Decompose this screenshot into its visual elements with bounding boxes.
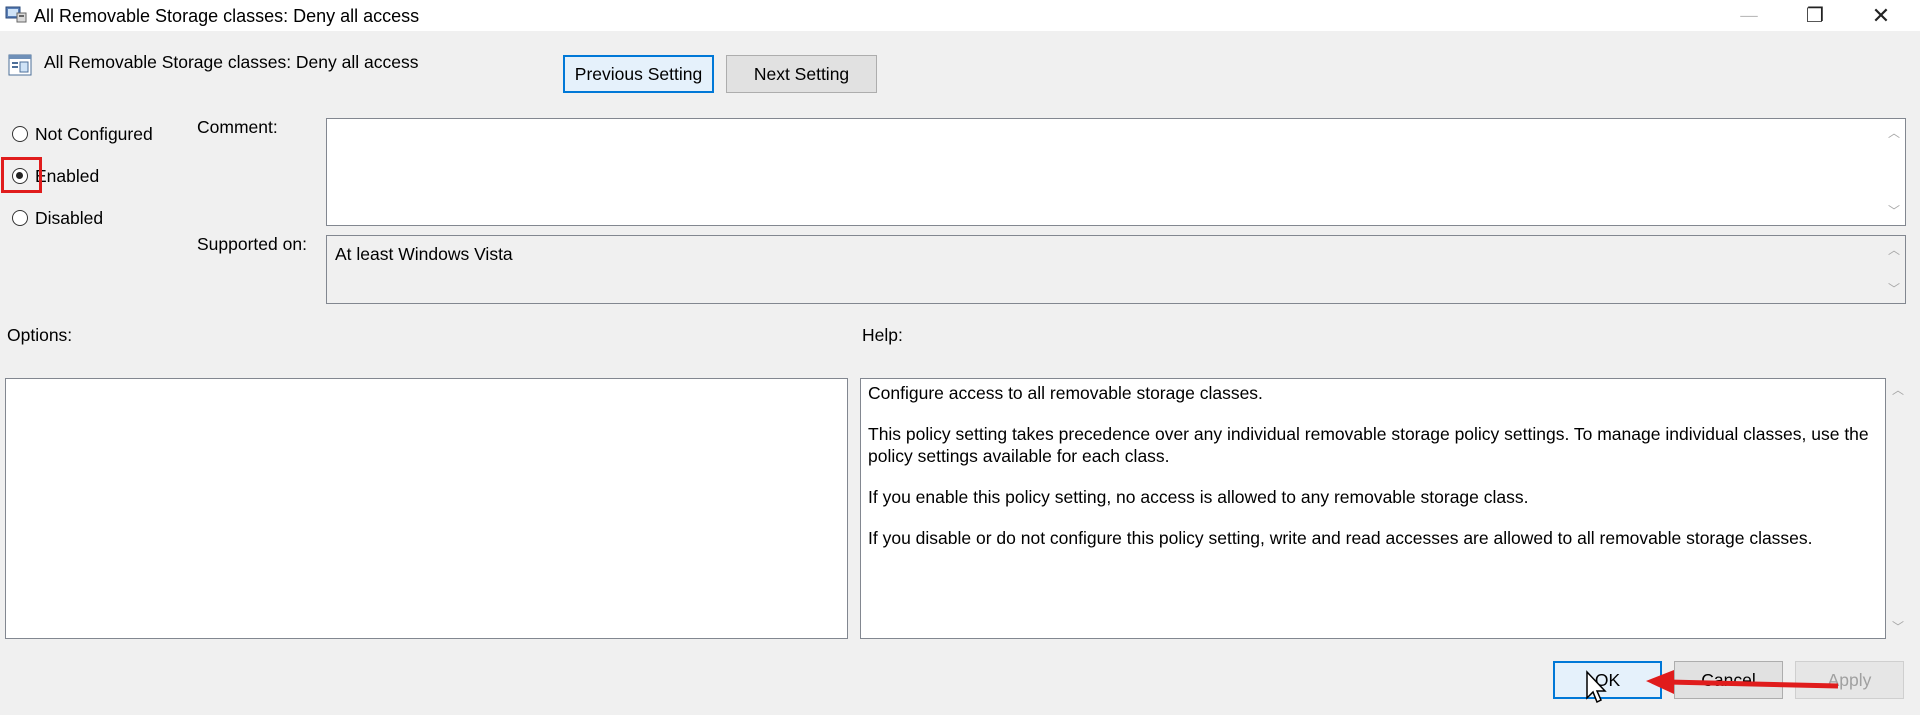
apply-button[interactable]: Apply [1795, 661, 1904, 699]
supported-on-field: At least Windows Vista ︿ ﹀ [326, 235, 1906, 304]
radio-disabled-label: Disabled [35, 207, 104, 228]
help-panel: Configure access to all removable storag… [860, 378, 1886, 639]
radio-enabled-label: Enabled [35, 165, 100, 186]
scroll-up-icon[interactable]: ︿ [1887, 127, 1901, 139]
policy-name: All Removable Storage classes: Deny all … [44, 52, 419, 72]
options-panel [5, 378, 848, 639]
supported-on-label: Supported on: [197, 234, 307, 254]
options-label: Options: [7, 325, 73, 345]
policy-editor-icon [5, 6, 27, 23]
radio-not-configured[interactable]: Not Configured [12, 122, 153, 146]
minimize-icon: — [1740, 5, 1758, 25]
supported-on-value: At least Windows Vista [335, 244, 513, 264]
comment-label: Comment: [197, 117, 278, 137]
help-label: Help: [862, 325, 903, 345]
policy-setting-icon [8, 54, 32, 76]
close-icon: ✕ [1871, 2, 1891, 28]
scroll-down-icon[interactable]: ﹀ [1887, 283, 1901, 295]
radio-not-configured-label: Not Configured [35, 123, 153, 144]
radio-disabled-circle[interactable] [12, 210, 28, 226]
cancel-button[interactable]: Cancel [1674, 661, 1783, 699]
maximize-button[interactable]: ❐ [1786, 0, 1844, 31]
annotation-highlight-box [1, 157, 42, 193]
radio-disabled[interactable]: Disabled [12, 206, 103, 230]
scroll-down-icon[interactable]: ﹀ [1891, 621, 1905, 633]
help-paragraph: If you disable or do not configure this … [868, 528, 1813, 548]
radio-not-configured-circle[interactable] [12, 126, 28, 142]
scroll-down-icon[interactable]: ﹀ [1887, 205, 1901, 217]
close-button[interactable]: ✕ [1852, 0, 1910, 31]
ok-button[interactable]: OK [1553, 661, 1662, 699]
previous-setting-button[interactable]: Previous Setting [563, 55, 714, 93]
help-paragraph: If you enable this policy setting, no ac… [868, 487, 1529, 507]
next-setting-button[interactable]: Next Setting [726, 55, 877, 93]
help-scrollbar[interactable]: ︿ ﹀ [1888, 378, 1908, 639]
restore-icon: ❐ [1806, 5, 1824, 27]
minimize-button[interactable]: — [1720, 0, 1778, 31]
help-paragraph: Configure access to all removable storag… [868, 383, 1263, 403]
comment-textarea[interactable]: ︿ ﹀ [326, 118, 1906, 226]
help-paragraph: This policy setting takes precedence ove… [868, 424, 1869, 466]
scroll-up-icon[interactable]: ︿ [1887, 244, 1901, 256]
window-title: All Removable Storage classes: Deny all … [34, 6, 420, 26]
scroll-up-icon[interactable]: ︿ [1891, 384, 1905, 396]
